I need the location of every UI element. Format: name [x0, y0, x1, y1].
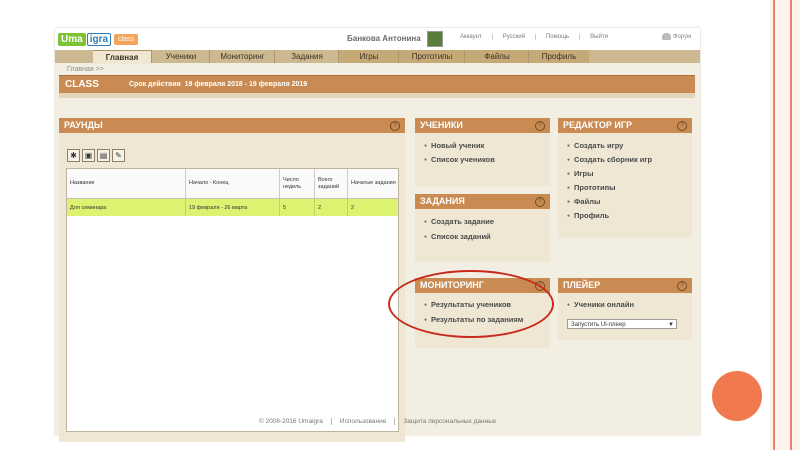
avatar[interactable] [427, 31, 443, 47]
column-header[interactable]: Всего заданий [314, 169, 347, 198]
tasks-panel: ЗАДАНИЯ ? Создать задание Список заданий [415, 194, 550, 262]
delete-round-icon[interactable]: ▤ [97, 149, 110, 162]
slide-border-line [773, 0, 775, 450]
table-cell: Для семинара [70, 204, 107, 211]
rounds-table-header: Название Начало - Конец Число недель Все… [67, 169, 398, 199]
rounds-title: РАУНДЫ [64, 120, 103, 130]
nav-bar: Главная Ученики Мониторинг Задания Игры … [55, 50, 700, 64]
students-panel: УЧЕНИКИ ? Новый ученик Список учеников [415, 118, 550, 186]
table-cell: 2 [314, 199, 347, 216]
terms-link[interactable]: Использование [330, 418, 394, 425]
account-link[interactable]: Аккаунт [450, 34, 492, 40]
player-panel: ПЛЕЙЕР ? Ученики онлайн Запустить UI-пле… [558, 278, 692, 340]
files-link[interactable]: Файлы [567, 197, 600, 206]
help-icon[interactable]: ? [677, 121, 687, 131]
tab-prototypes[interactable]: Прототипы [398, 50, 465, 63]
prototypes-link[interactable]: Прототипы [567, 183, 616, 192]
app-window: Uma igra class Банкова Антонина Аккаунт … [55, 28, 700, 442]
tab-games[interactable]: Игры [338, 50, 399, 63]
copy-round-icon[interactable]: ▣ [82, 149, 95, 162]
rounds-table: Название Начало - Конец Число недель Все… [66, 168, 399, 432]
breadcrumb[interactable]: Главная >> [67, 66, 104, 73]
tab-students[interactable]: Ученики [151, 50, 210, 63]
tab-profile[interactable]: Профиль [528, 50, 589, 63]
table-cell: 5 [279, 199, 314, 216]
column-header[interactable]: Начатые задания [347, 169, 398, 198]
player-title: ПЛЕЙЕР [563, 280, 601, 290]
rounds-panel: РАУНДЫ ? ✱ ▣ ▤ ✎ Название Начало - Конец… [59, 118, 405, 442]
top-bar: Uma igra class Банкова Антонина Аккаунт … [55, 28, 700, 50]
help-link[interactable]: Помощь [534, 34, 579, 40]
tab-tasks[interactable]: Задания [274, 50, 339, 63]
column-header[interactable]: Число недель [279, 169, 314, 198]
player-select-value: Запустить UI-плеер [571, 322, 626, 328]
create-game-collection-link[interactable]: Создать сборник игр [567, 155, 652, 164]
logo-part: Uma [58, 33, 86, 46]
class-header-strip [59, 93, 695, 98]
help-icon[interactable]: ? [677, 281, 687, 291]
player-panel-header: ПЛЕЙЕР ? [558, 278, 692, 293]
add-round-icon[interactable]: ✱ [67, 149, 80, 162]
game-editor-panel-header: РЕДАКТОР ИГР ? [558, 118, 692, 133]
games-link[interactable]: Игры [567, 169, 594, 178]
new-student-link[interactable]: Новый ученик [424, 141, 484, 150]
logo[interactable]: Uma igra class [58, 33, 138, 46]
player-select[interactable]: Запустить UI-плеер ▼ [567, 319, 677, 329]
chevron-down-icon: ▼ [668, 322, 674, 328]
copyright: © 2008-2016 Umaigra [258, 418, 323, 425]
language-link[interactable]: Русский [491, 34, 535, 40]
rounds-toolbar: ✱ ▣ ▤ ✎ [67, 149, 125, 162]
game-editor-panel: РЕДАКТОР ИГР ? Создать игру Создать сбор… [558, 118, 692, 238]
help-icon[interactable]: ? [535, 197, 545, 207]
class-header: CLASS Срок действия 19 февраля 2018 - 19… [59, 75, 695, 94]
footer: © 2008-2016 Umaigra Использование Защита… [55, 418, 700, 425]
tasks-title: ЗАДАНИЯ [420, 196, 465, 206]
logo-badge: class [114, 34, 138, 45]
column-header[interactable]: Название [67, 169, 185, 198]
game-editor-title: РЕДАКТОР ИГР [563, 120, 632, 130]
slide-border-line [790, 0, 792, 450]
rounds-panel-header: РАУНДЫ ? [59, 118, 405, 133]
help-icon[interactable]: ? [535, 121, 545, 131]
user-name[interactable]: Банкова Антонина [347, 34, 421, 43]
table-row[interactable]: Для семинара 19 февраля - 26 марта 5 2 2 [67, 199, 398, 216]
class-title: CLASS [65, 79, 99, 90]
tab-main[interactable]: Главная [93, 50, 151, 64]
tasks-panel-header: ЗАДАНИЯ ? [415, 194, 550, 209]
edit-round-icon[interactable]: ✎ [112, 149, 125, 162]
students-title: УЧЕНИКИ [420, 120, 463, 130]
forum-icon [662, 33, 671, 40]
table-cell: 2 [347, 199, 398, 216]
profile-link[interactable]: Профиль [567, 211, 609, 220]
privacy-link[interactable]: Защита персональных данных [394, 418, 504, 425]
help-icon[interactable]: ? [390, 121, 400, 131]
annotation-ellipse [388, 270, 554, 338]
task-list-link[interactable]: Список заданий [424, 232, 491, 241]
deadline-value: 19 февраля 2018 - 19 февраля 2019 [184, 81, 308, 88]
forum-label: Форум [673, 33, 692, 40]
logout-link[interactable]: Выйти [579, 34, 618, 40]
top-links: Аккаунт Русский Помощь Выйти [450, 34, 618, 40]
student-list-link[interactable]: Список учеников [424, 155, 495, 164]
tab-monitoring[interactable]: Мониторинг [209, 50, 275, 63]
students-panel-header: УЧЕНИКИ ? [415, 118, 550, 133]
deadline-label: Срок действия [129, 81, 181, 88]
class-deadline: Срок действия 19 февраля 2018 - 19 февра… [129, 81, 307, 88]
create-game-link[interactable]: Создать игру [567, 141, 623, 150]
table-cell: 19 февраля - 26 марта [185, 199, 279, 216]
slide-decor-circle [712, 371, 762, 421]
create-task-link[interactable]: Создать задание [424, 217, 494, 226]
forum-link[interactable]: Форум [662, 33, 691, 40]
students-online-link[interactable]: Ученики онлайн [567, 300, 634, 309]
logo-part: igra [86, 33, 112, 46]
column-header[interactable]: Начало - Конец [185, 169, 279, 198]
tab-files[interactable]: Файлы [464, 50, 529, 63]
